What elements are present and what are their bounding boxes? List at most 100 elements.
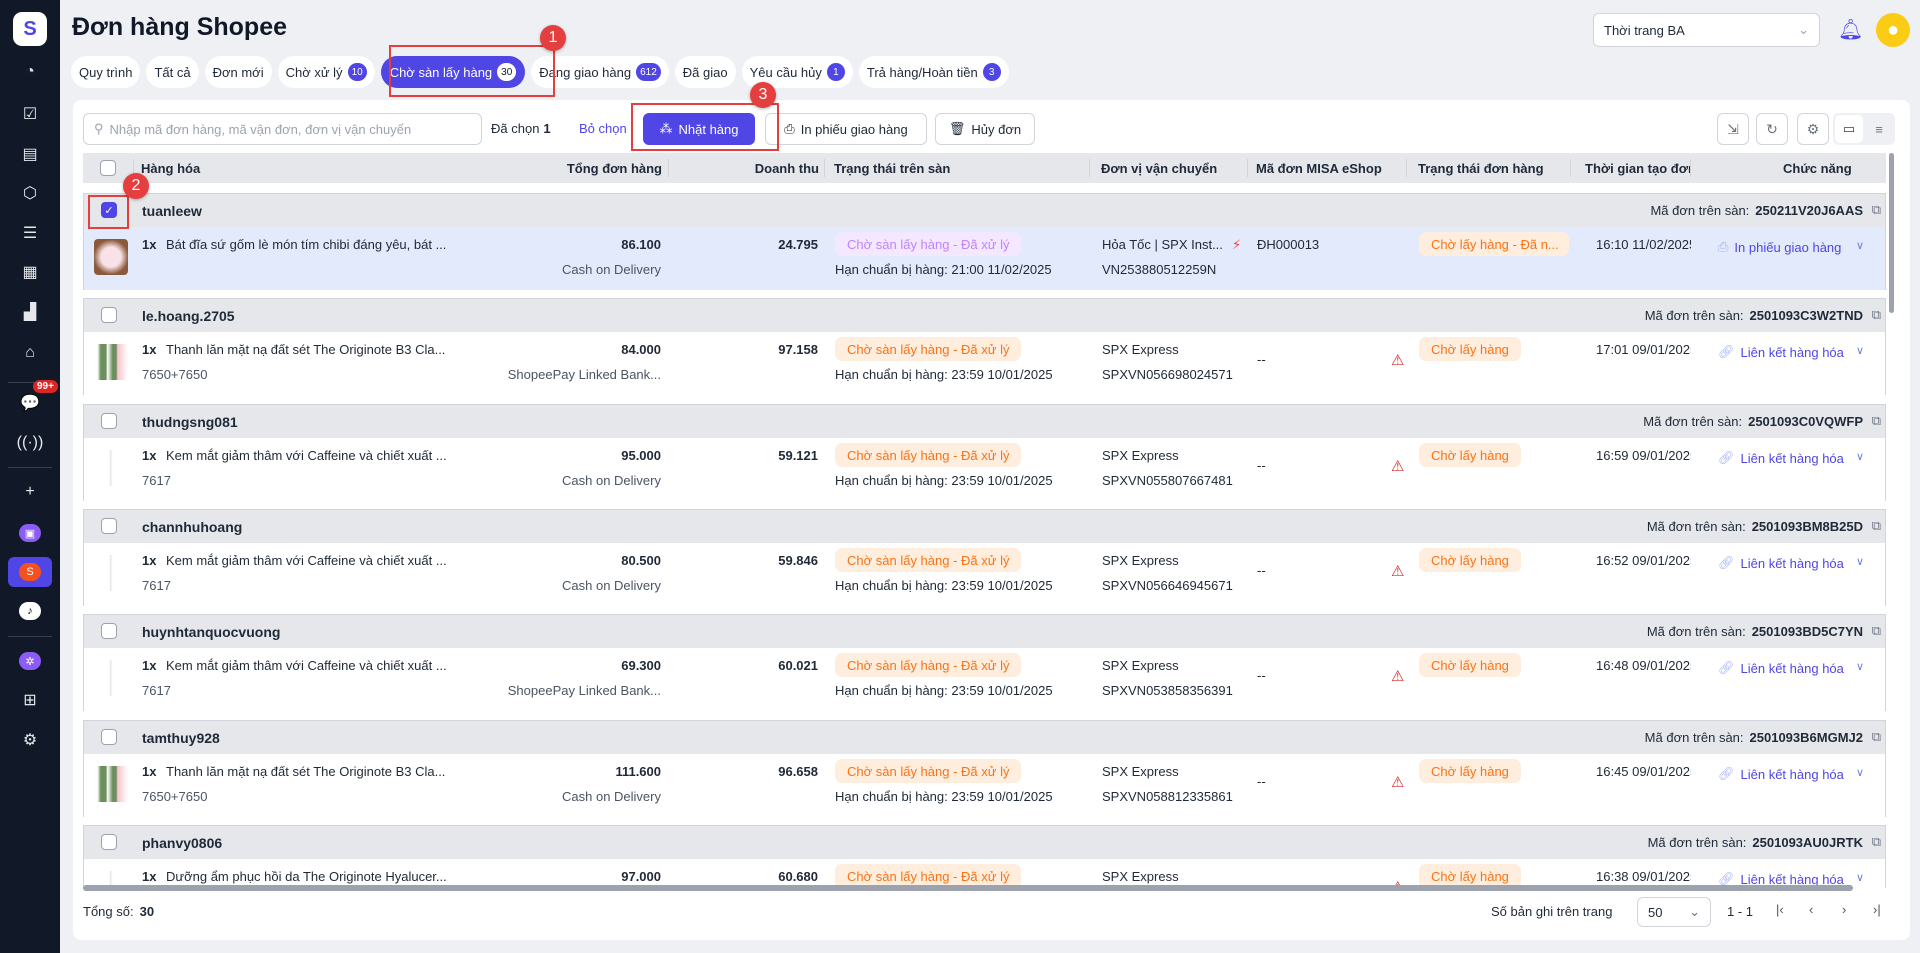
catalog-icon[interactable]: ▦ xyxy=(15,259,45,285)
unselect-link[interactable]: Bỏ chọn xyxy=(579,121,627,136)
chevron-down-icon[interactable]: ∨ xyxy=(1856,239,1864,252)
copy-icon[interactable]: ⧉ xyxy=(1872,834,1881,850)
created-time: 16:45 09/01/2025 xyxy=(1596,764,1691,779)
product-name[interactable]: Bát đĩa sứ gốm lè món tím chibi đáng yêu… xyxy=(166,237,446,252)
table-header: Hàng hóa Tổng đơn hàng Doanh thu Trạng t… xyxy=(83,153,1886,183)
select-all-checkbox[interactable] xyxy=(100,160,116,176)
box-icon[interactable]: ⬡ xyxy=(15,180,45,206)
order-checkbox[interactable] xyxy=(101,413,117,429)
link-product-action[interactable]: 🔗︎ Liên kết hàng hóa xyxy=(1718,660,1844,676)
user-avatar[interactable]: ● xyxy=(1876,13,1910,47)
cancel-order-button[interactable]: 🗑︎ Hủy đơn xyxy=(935,113,1035,145)
chart-icon[interactable]: ▟ xyxy=(15,299,45,325)
document-icon[interactable]: ▤ xyxy=(15,141,45,167)
tab-8[interactable]: Trả hàng/Hoàn tiền 3 xyxy=(858,56,1009,88)
chevron-down-icon[interactable]: ∨ xyxy=(1856,660,1864,673)
prev-page-icon[interactable]: ‹ xyxy=(1809,902,1813,917)
add-icon[interactable]: + xyxy=(15,479,45,505)
search-box[interactable]: ⚲ xyxy=(83,113,482,145)
tab-1[interactable]: Tất cả xyxy=(146,56,199,88)
search-input[interactable] xyxy=(109,121,470,137)
link-product-action[interactable]: 🔗︎ Liên kết hàng hóa xyxy=(1718,555,1844,571)
product-name[interactable]: Dưỡng ẩm phục hồi da The Originote Hyalu… xyxy=(166,869,447,884)
print-button[interactable]: ⎙ In phiếu giao hàng xyxy=(765,113,927,145)
notification-bell-icon[interactable]: 🔔︎ xyxy=(1838,17,1863,42)
quantity: 1x xyxy=(142,342,157,357)
product-name[interactable]: Kem mắt giảm thâm với Caffeine và chiết … xyxy=(166,448,447,463)
gift-icon[interactable]: ⌂ xyxy=(15,340,45,366)
misa-order-code[interactable]: ĐH000013 xyxy=(1257,237,1319,252)
order-checkbox[interactable] xyxy=(101,623,117,639)
copy-icon[interactable]: ⧉ xyxy=(1872,307,1881,323)
per-page-select[interactable]: 50 ⌄ xyxy=(1637,897,1711,927)
next-page-icon[interactable]: › xyxy=(1842,902,1846,917)
prepare-deadline: Hạn chuẩn bị hàng: 23:59 10/01/2025 xyxy=(835,367,1053,382)
tracking-number: SPXVN056646945671 xyxy=(1102,578,1233,593)
product-name[interactable]: Thanh lăn mặt nạ đất sét The Originote B… xyxy=(166,342,445,357)
store-select[interactable]: Thời trang BA ⌄ xyxy=(1593,13,1820,47)
first-page-icon[interactable]: |‹ xyxy=(1776,902,1784,917)
chevron-down-icon[interactable]: ∨ xyxy=(1856,555,1864,568)
tab-3[interactable]: Chờ xử lý 10 xyxy=(277,56,375,88)
broadcast-icon[interactable]: ((·)) xyxy=(15,430,45,456)
link-product-action[interactable]: 🔗︎ Liên kết hàng hóa xyxy=(1718,450,1844,466)
copy-icon[interactable]: ⧉ xyxy=(1872,729,1881,745)
order-checkbox[interactable] xyxy=(101,307,117,323)
tab-6[interactable]: Đã giao xyxy=(674,56,736,88)
per-page-label: Số bản ghi trên trang xyxy=(1491,904,1613,919)
refresh-icon[interactable]: ↻ xyxy=(1756,113,1788,145)
tracking-number: SPXVN053858356391 xyxy=(1102,683,1233,698)
action-label: Liên kết hàng hóa xyxy=(1740,450,1844,466)
annotation-box-2 xyxy=(88,195,129,229)
card-view-icon[interactable]: ▭ xyxy=(1835,115,1863,143)
tab-0[interactable]: Quy trình xyxy=(71,56,141,88)
copy-icon[interactable]: ⧉ xyxy=(1872,518,1881,534)
dashboard-icon[interactable]: ◔ xyxy=(15,59,45,85)
shopee-channel-icon[interactable]: S xyxy=(8,557,52,587)
integration-icon[interactable]: ✲ xyxy=(15,648,45,674)
revenue: 97.158 xyxy=(778,342,818,357)
product-name[interactable]: Kem mắt giảm thâm với Caffeine và chiết … xyxy=(166,658,447,673)
column-settings-icon[interactable]: ⚙ xyxy=(1797,113,1829,145)
shop-channel-icon[interactable]: ▣ xyxy=(15,520,45,546)
vertical-scrollbar[interactable] xyxy=(1889,153,1894,313)
link-product-action[interactable]: 🔗︎ Liên kết hàng hóa xyxy=(1718,766,1844,782)
product-name[interactable]: Thanh lăn mặt nạ đất sét The Originote B… xyxy=(166,764,445,779)
copy-icon[interactable]: ⧉ xyxy=(1872,202,1881,218)
list-icon[interactable]: ☰ xyxy=(15,220,45,246)
tiktok-channel-icon[interactable]: ♪ xyxy=(15,598,45,624)
apps-add-icon[interactable]: ⊞ xyxy=(15,687,45,713)
chevron-down-icon[interactable]: ∨ xyxy=(1856,450,1864,463)
chat-icon[interactable]: 💬 xyxy=(15,390,45,416)
last-page-icon[interactable]: ›| xyxy=(1873,902,1881,917)
tab-label: Trả hàng/Hoàn tiền xyxy=(866,64,978,80)
misa-order-code: -- xyxy=(1257,774,1266,789)
list-view-icon[interactable]: ≡ xyxy=(1865,115,1893,143)
order-code-label: Mã đơn trên sàn: xyxy=(1644,308,1744,323)
print-label-action[interactable]: ⎙ In phiếu giao hàng xyxy=(1718,239,1841,255)
settings-icon[interactable]: ⚙ xyxy=(15,727,45,753)
product-name[interactable]: Kem mắt giảm thâm với Caffeine và chiết … xyxy=(166,553,447,568)
order-checkbox[interactable] xyxy=(101,834,117,850)
order-checkbox[interactable] xyxy=(101,729,117,745)
app-logo-icon[interactable]: S xyxy=(13,12,47,46)
annotation-marker-3: 3 xyxy=(750,82,776,108)
chevron-down-icon[interactable]: ∨ xyxy=(1856,871,1864,884)
copy-icon[interactable]: ⧉ xyxy=(1872,623,1881,639)
horizontal-scrollbar[interactable] xyxy=(83,885,1853,891)
copy-icon[interactable]: ⧉ xyxy=(1872,413,1881,429)
order-check-icon[interactable]: ☑ xyxy=(15,101,45,127)
platform-order-code: Mã đơn trên sàn: 2501093BM8B25D xyxy=(1647,519,1863,534)
prepare-deadline: Hạn chuẩn bị hàng: 23:59 10/01/2025 xyxy=(835,473,1053,488)
link-product-action[interactable]: 🔗︎ Liên kết hàng hóa xyxy=(1718,344,1844,360)
order-total: 111.600 xyxy=(615,764,661,779)
divider xyxy=(8,636,52,637)
order-checkbox[interactable] xyxy=(101,518,117,534)
chevron-down-icon[interactable]: ∨ xyxy=(1856,344,1864,357)
export-icon[interactable]: ⇲ xyxy=(1717,113,1749,145)
chevron-down-icon[interactable]: ∨ xyxy=(1856,766,1864,779)
order-row: 1x Thanh lăn mặt nạ đất sét The Originot… xyxy=(84,754,1885,817)
order-code-value: 2501093BM8B25D xyxy=(1751,519,1863,534)
tab-2[interactable]: Đơn mới xyxy=(204,56,272,88)
platform-order-code: Mã đơn trên sàn: 250211V20J6AAS xyxy=(1650,203,1863,218)
